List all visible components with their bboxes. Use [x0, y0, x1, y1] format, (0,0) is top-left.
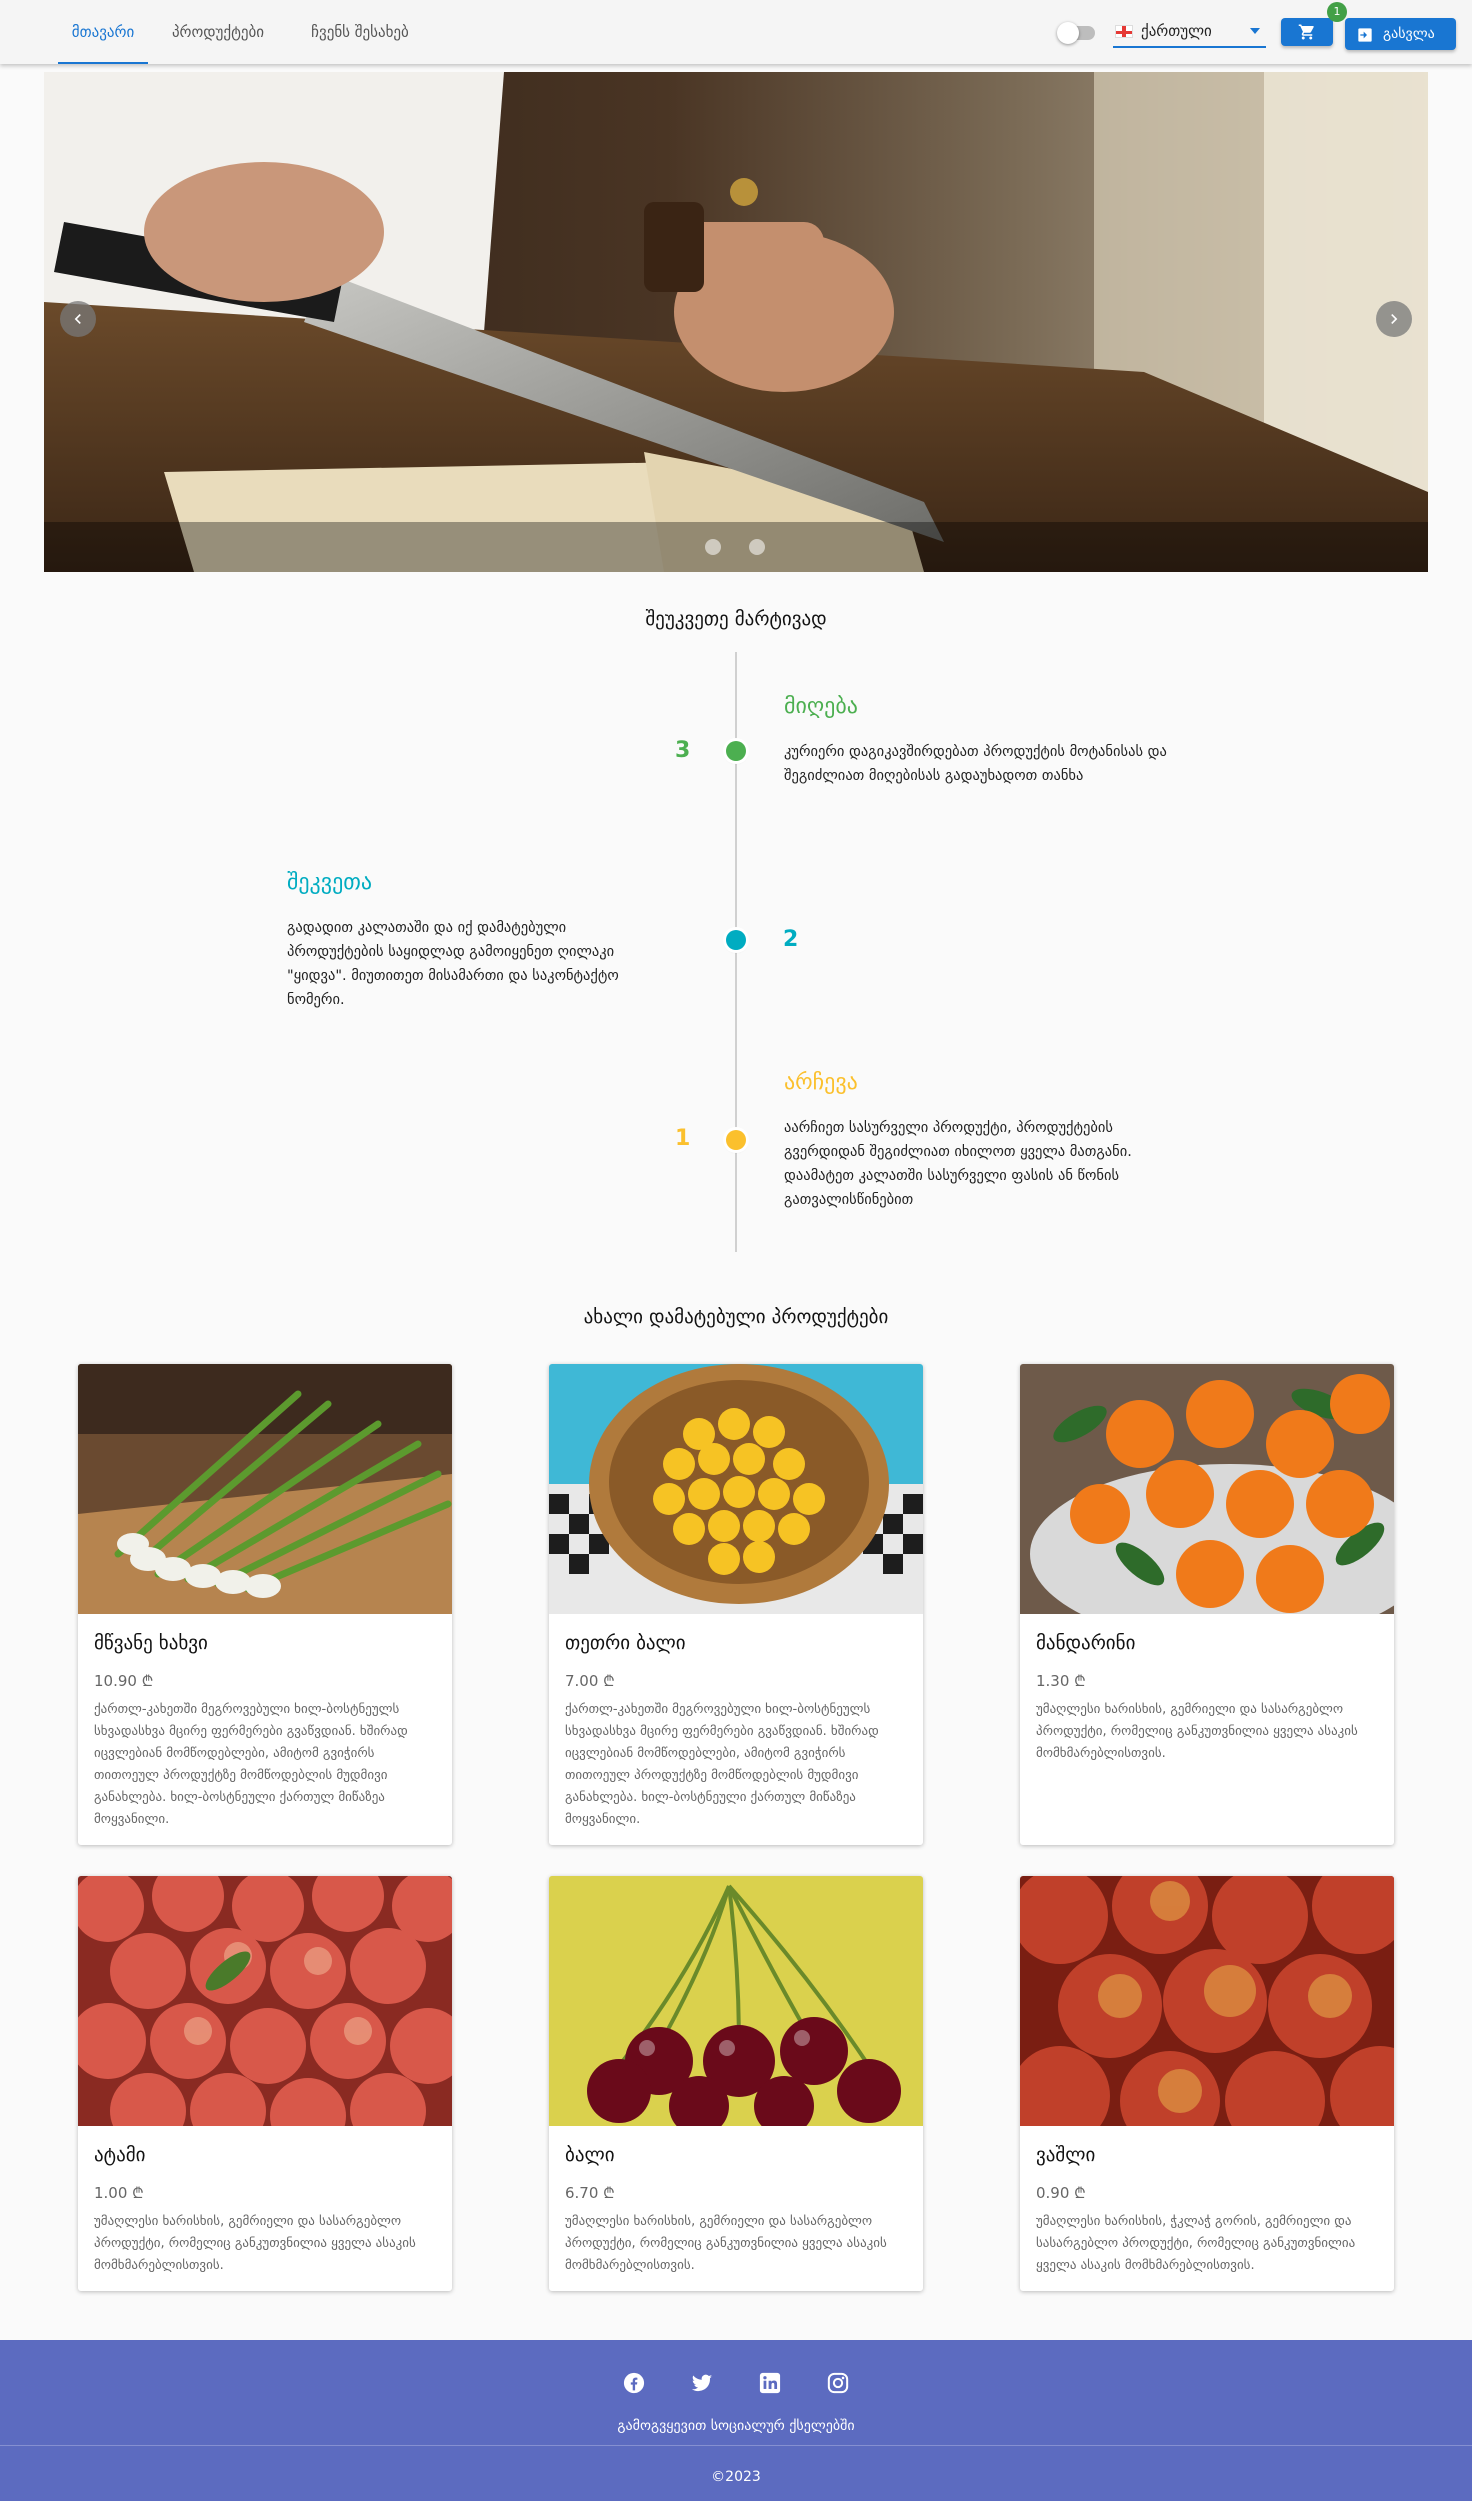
instagram-icon[interactable]	[827, 2372, 849, 2394]
product-name: ატამი	[94, 2144, 146, 2166]
chevron-down-icon	[1250, 28, 1260, 34]
product-price: 0.90 ₾	[1036, 2184, 1086, 2202]
product-image	[78, 1364, 452, 1614]
product-description: უმაღლესი ხარისხის, ჭკლაჭ გორის, გემრიელი…	[1036, 2214, 1356, 2273]
product-card[interactable]: მწვანე ხახვი 10.90 ₾ ქართლ-კახეთში მეგრო…	[78, 1364, 452, 1845]
product-card[interactable]: ატამი 1.00 ₾ უმაღლესი ხარისხის, გემრიელი…	[78, 1876, 452, 2291]
linkedin-icon[interactable]	[759, 2372, 781, 2394]
product-image	[549, 1364, 923, 1614]
product-image	[1020, 1876, 1394, 2126]
logout-button[interactable]: გასვლა	[1345, 18, 1456, 50]
product-description: უმაღლესი ხარისხის, გემრიელი და სასარგებლ…	[94, 2214, 416, 2273]
new-products-title: ახალი დამატებული პროდუქტები	[583, 1306, 889, 1328]
language-label: ქართული	[1141, 22, 1212, 40]
chevron-left-icon	[74, 314, 81, 324]
logout-label: გასვლა	[1383, 26, 1435, 42]
product-description: ქართლ-კახეთში მეგროვებული ხილ-ბოსტნეულს …	[565, 1702, 879, 1827]
product-price: 7.00 ₾	[565, 1672, 615, 1690]
product-price: 1.30 ₾	[1036, 1672, 1086, 1690]
product-price: 1.00 ₾	[94, 2184, 144, 2202]
carousel-dot-2[interactable]	[749, 539, 765, 555]
how-to-order-title: შეუკვეთე მარტივად	[645, 608, 827, 630]
logout-icon	[1358, 28, 1372, 42]
product-name: ვაშლი	[1036, 2144, 1096, 2166]
copyright-text: ©2023	[711, 2469, 761, 2485]
cart-button[interactable]	[1281, 18, 1333, 46]
step-text: გადადით კალათაში და იქ დამატებული პროდუქ…	[287, 920, 619, 1008]
step-title: მიღება	[784, 694, 858, 719]
language-select[interactable]: ქართული	[1113, 16, 1266, 48]
cart-icon	[1298, 24, 1314, 40]
footer-divider	[0, 2445, 1472, 2446]
product-name: მანდარინი	[1036, 1632, 1136, 1654]
hero-image	[44, 72, 1428, 572]
tab-about-us[interactable]: ჩვენს შესახებ	[296, 0, 424, 64]
step-text: აარჩიეთ სასურველი პროდუქტი, პროდუქტების …	[784, 1120, 1132, 1208]
step-number: 1	[675, 1126, 691, 1151]
step-number: 3	[675, 738, 691, 763]
facebook-icon[interactable]	[623, 2372, 645, 2394]
product-name: მწვანე ხახვი	[94, 1632, 208, 1654]
product-card[interactable]: მანდარინი 1.30 ₾ უმაღლესი ხარისხის, გემრ…	[1020, 1364, 1394, 1845]
toggle-thumb	[1057, 22, 1079, 44]
product-description: უმაღლესი ხარისხის, გემრიელი და სასარგებლ…	[1036, 1702, 1358, 1761]
product-description: ქართლ-კახეთში მეგროვებული ხილ-ბოსტნეულს …	[94, 1702, 408, 1827]
product-card[interactable]: ვაშლი 0.90 ₾ უმაღლესი ხარისხის, ჭკლაჭ გო…	[1020, 1876, 1394, 2291]
product-image	[1020, 1364, 1394, 1614]
tab-home[interactable]: მთავარი	[58, 0, 148, 64]
carousel-prev-button[interactable]	[60, 301, 96, 337]
timeline-dot-yellow	[726, 1130, 746, 1150]
footer-follow-text: გამოგვყევით სოციალურ ქსელებში	[617, 2418, 855, 2434]
twitter-icon[interactable]	[691, 2372, 713, 2394]
hero-carousel	[44, 72, 1428, 572]
step-number: 2	[783, 927, 799, 952]
timeline-dot-green	[726, 741, 746, 761]
theme-toggle-switch[interactable]	[1057, 22, 1097, 44]
cart-count-badge: 1	[1327, 2, 1347, 22]
georgia-flag-icon	[1115, 25, 1133, 38]
top-app-bar: მთავარი პროდუქტები ჩვენს შესახებ ქართული…	[0, 0, 1472, 64]
product-image	[549, 1876, 923, 2126]
carousel-next-button[interactable]	[1376, 301, 1412, 337]
carousel-dot-1[interactable]	[705, 539, 721, 555]
product-card[interactable]: ბალი 6.70 ₾ უმაღლესი ხარისხის, გემრიელი …	[549, 1876, 923, 2291]
tab-products[interactable]: პროდუქტები	[160, 0, 276, 64]
product-price: 10.90 ₾	[94, 1672, 154, 1690]
step-title: შეკვეთა	[287, 870, 373, 895]
carousel-indicator-bar	[44, 522, 1428, 572]
timeline-dot-teal	[726, 930, 746, 950]
product-card[interactable]: თეთრი ბალი 7.00 ₾ ქართლ-კახეთში მეგროვებ…	[549, 1364, 923, 1845]
step-text: კურიერი დაგიკავშირდებათ პროდუქტის მოტანი…	[784, 744, 1167, 784]
step-title: არჩევა	[784, 1070, 858, 1095]
product-name: თეთრი ბალი	[565, 1632, 686, 1654]
product-image	[78, 1876, 452, 2126]
chevron-right-icon	[1391, 314, 1398, 324]
footer: გამოგვყევით სოციალურ ქსელებში ©2023	[0, 2340, 1472, 2501]
product-description: უმაღლესი ხარისხის, გემრიელი და სასარგებლ…	[565, 2214, 887, 2273]
product-price: 6.70 ₾	[565, 2184, 615, 2202]
product-name: ბალი	[565, 2144, 615, 2166]
